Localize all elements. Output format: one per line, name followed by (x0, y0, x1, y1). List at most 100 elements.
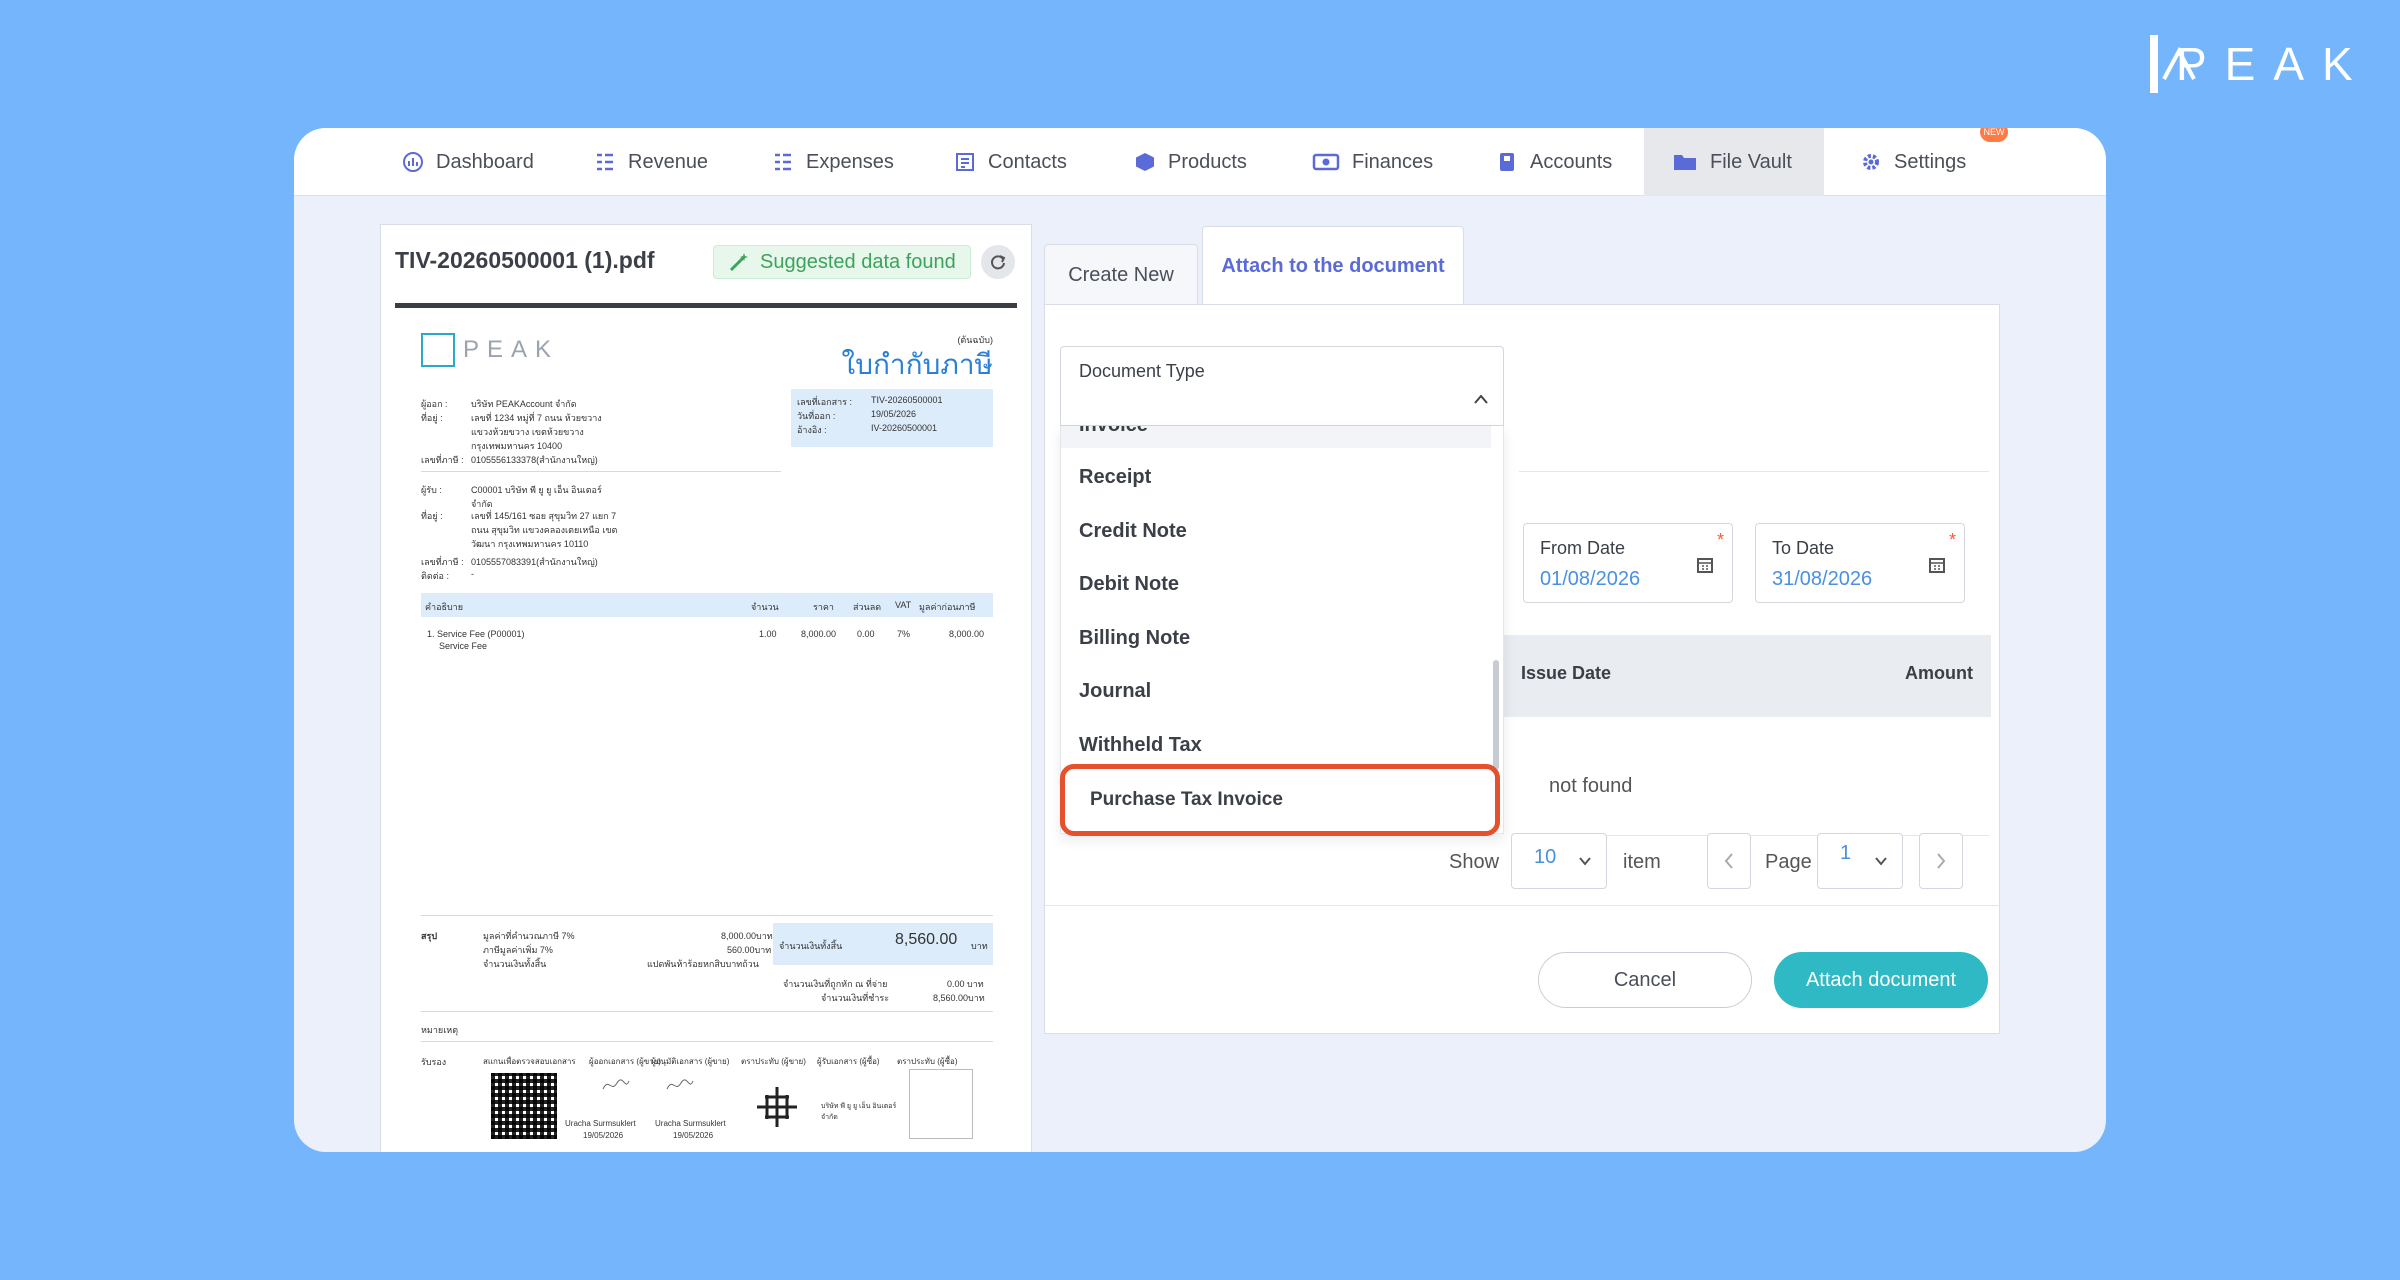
dropdown-option-invoice: Invoice (1079, 426, 1148, 437)
contact-value: - (471, 569, 474, 579)
nav-finances[interactable]: Finances (1312, 128, 1433, 196)
to-date-label: To Date (1772, 538, 1835, 558)
chevron-down-icon (1579, 857, 1591, 866)
signature-image (666, 1079, 694, 1090)
sign-label: รับรอง (421, 1057, 447, 1067)
dropdown-option-billing-note[interactable]: Billing Note (1079, 627, 1190, 650)
doc-divider (421, 471, 781, 472)
peak-logo: PEAK (2150, 32, 2370, 96)
nav-revenue[interactable]: Revenue (594, 128, 708, 196)
issuer-tax-id: 0105556133378(สำนักงานใหญ่) (471, 455, 598, 465)
notes-divider (421, 1011, 993, 1012)
nav-accounts[interactable]: Accounts (1496, 128, 1612, 196)
document-logo: PEAK (421, 333, 559, 367)
revenue-icon (597, 153, 613, 171)
vat-label: ภาษีมูลค่าเพิ่ม 7% (483, 945, 553, 955)
nav-dashboard[interactable]: Dashboard (402, 128, 534, 196)
line-item-discount: 0.00 (857, 629, 875, 639)
line-item-subtext: Service Fee (439, 641, 488, 651)
line-item-description: 1. Service Fee (P00001) (427, 629, 525, 639)
line-item-amount: 8,000.00 (949, 629, 985, 639)
sign-date-1: 19/05/2026 (583, 1131, 624, 1140)
refresh-button[interactable] (981, 245, 1015, 279)
chevron-down-icon (1875, 857, 1887, 866)
from-date-field[interactable]: From Date 01/08/2026 * (1523, 523, 1733, 603)
calendar-icon (1929, 558, 1945, 573)
from-date-label: From Date (1540, 538, 1626, 558)
item-label: item (1623, 851, 1661, 873)
dropdown-option-purchase-tax-invoice[interactable]: Purchase Tax Invoice (1090, 789, 1283, 811)
cancel-button[interactable]: Cancel (1538, 952, 1752, 1008)
doc-no: TIV-20260500001 (871, 395, 943, 405)
pdf-file-name: TIV-20260500001 (1).pdf (395, 247, 655, 273)
dropdown-option-journal[interactable]: Journal (1079, 680, 1151, 703)
folder-icon (1674, 155, 1696, 170)
sign-col-scan: สแกนเพื่อตรวจสอบเอกสาร (483, 1057, 576, 1066)
pdf-title-divider (395, 303, 1017, 308)
chevron-left-icon (1724, 853, 1733, 869)
show-label: Show (1449, 851, 1500, 873)
required-indicator: * (1948, 530, 1956, 550)
document-logo-mark (421, 333, 455, 367)
dropdown-option-partial[interactable]: Invoice (1061, 426, 1491, 448)
document-type-select[interactable]: Document Type (1060, 346, 1504, 426)
signature-image (602, 1079, 630, 1090)
products-icon (1136, 153, 1154, 171)
col-description: คำอธิบาย (425, 602, 464, 612)
tab-create-new[interactable]: Create New (1044, 244, 1198, 306)
nav-expenses[interactable]: Expenses (772, 128, 894, 196)
nav-contacts[interactable]: Contacts (954, 128, 1067, 196)
expenses-icon (775, 153, 791, 171)
gear-icon (1863, 154, 1879, 170)
buyer-company: บริษัท พี ยู ยู เอ็น อินเตอร์ จำกัด (821, 1103, 897, 1121)
nav-products[interactable]: Products (1134, 128, 1247, 196)
document-preview: PEAK (ต้นฉบับ) ใบกำกับภาษี ผู้ออก : บริษ… (421, 333, 993, 1152)
dropdown-option-receipt[interactable]: Receipt (1079, 466, 1151, 489)
dropdown-scrollbar[interactable] (1493, 660, 1499, 770)
dropdown-option-credit-note[interactable]: Credit Note (1079, 520, 1187, 543)
nav-dashboard-label: Dashboard (436, 150, 534, 173)
doc-no-label: เลขที่เอกสาร : (797, 397, 852, 407)
to-date-field[interactable]: To Date 31/08/2026 * (1755, 523, 1965, 603)
page-select[interactable]: 1 (1817, 833, 1903, 889)
wht-label: จำนวนเงินที่ถูกหัก ณ ที่จ่าย (783, 979, 888, 989)
notes-label: หมายเหตุ (421, 1025, 459, 1035)
settings-new-badge: NEW (1980, 128, 2008, 142)
nav-settings[interactable]: Settings (1860, 128, 1966, 196)
paid-label: จำนวนเงินที่ชำระ (821, 993, 890, 1003)
dropdown-option-withheld-tax[interactable]: Withheld Tax (1079, 734, 1202, 757)
summary-divider (421, 915, 993, 916)
paid-value: 8,560.00บาท (933, 993, 985, 1003)
nav-accounts-label: Accounts (1530, 150, 1613, 173)
customer-address-label: ที่อยู่ : (421, 511, 443, 521)
results-table-header: Issue Date Amount (1475, 635, 1991, 717)
calendar-icon (1697, 558, 1713, 573)
finances-icon (1312, 153, 1340, 171)
accounts-icon (1500, 153, 1514, 171)
from-date-value: 01/08/2026 (1540, 568, 1641, 590)
chevron-right-icon (1937, 853, 1946, 869)
grand-total-value: 8,560.00 (895, 931, 958, 948)
issuer-label: ผู้ออก : (421, 399, 448, 409)
contact-label: ติดต่อ : (421, 571, 449, 581)
chevron-up-icon (1474, 394, 1488, 404)
per-page-select[interactable]: 10 (1511, 833, 1607, 889)
nav-file-vault[interactable]: File Vault (1644, 128, 1824, 196)
suggested-data-badge[interactable]: Suggested data found (713, 245, 971, 279)
dropdown-option-debit-note[interactable]: Debit Note (1079, 573, 1179, 596)
qr-code (491, 1073, 557, 1139)
col-amount: มูลค่าก่อนภาษี (919, 602, 976, 612)
attach-document-button[interactable]: Attach document (1774, 952, 1988, 1008)
issue-date: 19/05/2026 (871, 409, 917, 419)
col-issue-date: Issue Date (1521, 663, 1612, 683)
buyer-stamp-box (909, 1069, 973, 1139)
issuer-address-label: ที่อยู่ : (421, 413, 443, 423)
col-qty: จำนวน (751, 602, 779, 612)
next-page-button[interactable] (1919, 833, 1963, 889)
summary-label: สรุป (421, 931, 438, 941)
page-value: 1 (1840, 842, 1852, 864)
grand-total-currency: บาท (971, 941, 988, 951)
prev-page-button[interactable] (1707, 833, 1751, 889)
footer-divider (1045, 905, 2001, 906)
tab-attach-document[interactable]: Attach to the document (1202, 226, 1464, 306)
